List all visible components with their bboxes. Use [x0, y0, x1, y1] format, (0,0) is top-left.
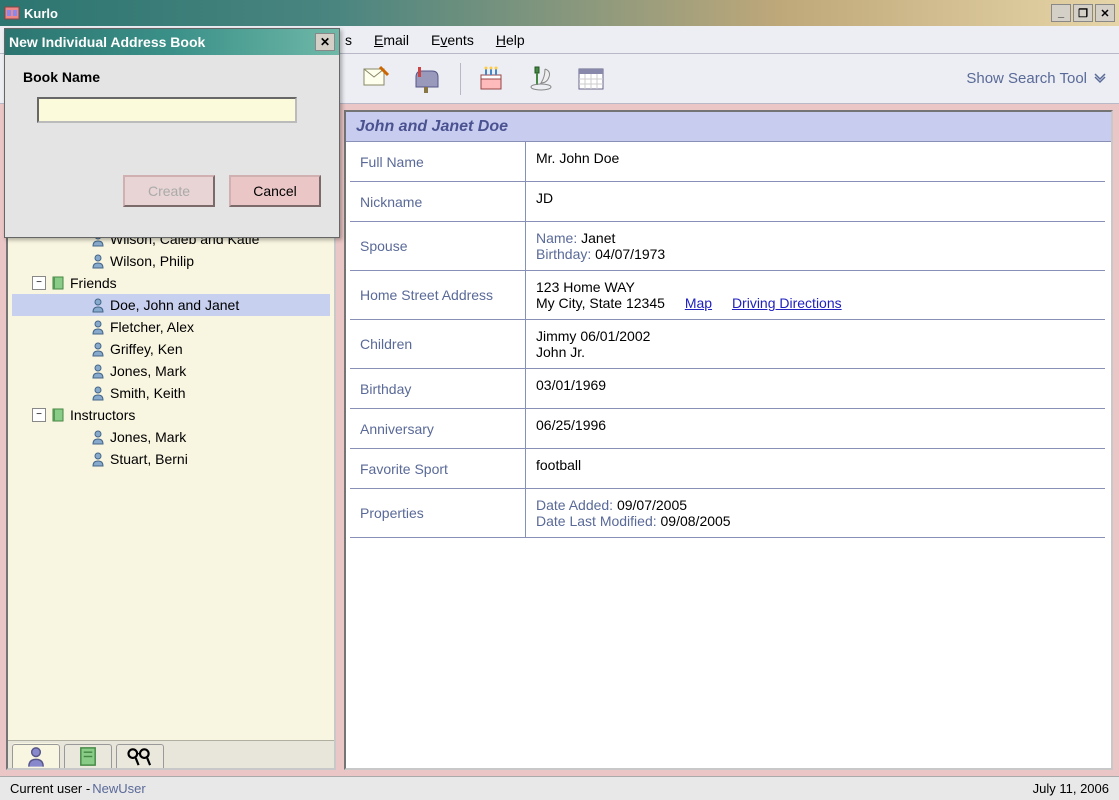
status-user-label: Current user -: [10, 781, 90, 796]
dialog-title: New Individual Address Book: [9, 34, 315, 50]
menu-item-help[interactable]: Help: [496, 32, 525, 48]
window-title: Kurlo: [24, 6, 1049, 21]
label-nickname: Nickname: [350, 182, 526, 221]
value-nickname: JD: [526, 182, 1105, 221]
label-anniversary: Anniversary: [350, 409, 526, 448]
tree-book-item[interactable]: − Friends: [12, 272, 330, 294]
value-properties: Date Added: 09/07/2005 Date Last Modifie…: [526, 489, 1105, 537]
tree-contact-item[interactable]: Wilson, Philip: [12, 250, 330, 272]
collapse-icon[interactable]: −: [32, 408, 46, 422]
statusbar: Current user - NewUser July 11, 2006: [0, 776, 1119, 800]
person-icon: [90, 363, 106, 379]
tree-contact-item[interactable]: Fletcher, Alex: [12, 316, 330, 338]
dialog-titlebar: New Individual Address Book ✕: [5, 29, 339, 55]
value-spouse: Name: Janet Birthday: 04/07/1973: [526, 222, 1105, 270]
new-address-book-dialog: New Individual Address Book ✕ Book Name …: [4, 28, 340, 238]
tree-contact-item[interactable]: Griffey, Ken: [12, 338, 330, 360]
value-anniversary: 06/25/1996: [526, 409, 1105, 448]
tab-books[interactable]: [64, 744, 112, 768]
mailbox-icon[interactable]: [410, 63, 442, 95]
detail-header: John and Janet Doe: [346, 112, 1111, 142]
label-children: Children: [350, 320, 526, 368]
person-icon: [90, 451, 106, 467]
label-favorite-sport: Favorite Sport: [350, 449, 526, 488]
tree-item-label: Wilson, Philip: [110, 253, 194, 269]
tree-item-label: Jones, Mark: [110, 429, 186, 445]
close-button[interactable]: ✕: [1095, 4, 1115, 22]
status-user-name: NewUser: [92, 781, 145, 796]
calendar-icon[interactable]: [575, 63, 607, 95]
driving-directions-link[interactable]: Driving Directions: [732, 295, 842, 311]
person-icon: [90, 429, 106, 445]
window-titlebar: Kurlo _ ❐ ✕: [0, 0, 1119, 26]
label-full-name: Full Name: [350, 142, 526, 181]
tree-item-label: Friends: [70, 275, 117, 291]
create-button[interactable]: Create: [123, 175, 215, 207]
tab-contacts[interactable]: [12, 744, 60, 768]
label-address: Home Street Address: [350, 271, 526, 319]
book-name-label: Book Name: [23, 69, 321, 85]
tree-item-label: Fletcher, Alex: [110, 319, 194, 335]
sidebar-tabs: [8, 740, 334, 768]
compose-icon[interactable]: [360, 63, 392, 95]
maximize-button[interactable]: ❐: [1073, 4, 1093, 22]
search-tool-label: Show Search Tool: [966, 70, 1087, 87]
menu-item-email[interactable]: Email: [374, 32, 409, 48]
value-children: Jimmy 06/01/2002 John Jr.: [526, 320, 1105, 368]
tree-item-label: Jones, Mark: [110, 363, 186, 379]
person-icon: [90, 341, 106, 357]
book-name-input[interactable]: [37, 97, 297, 123]
tree-contact-item[interactable]: Jones, Mark: [12, 360, 330, 382]
person-icon: [90, 297, 106, 313]
tree-contact-item[interactable]: Smith, Keith: [12, 382, 330, 404]
person-icon: [90, 385, 106, 401]
book-icon: [50, 275, 66, 291]
show-search-tool-button[interactable]: Show Search Tool: [966, 70, 1107, 88]
collapse-icon[interactable]: −: [32, 276, 46, 290]
anniversary-icon[interactable]: [525, 63, 557, 95]
chevron-down-icon: [1093, 70, 1107, 88]
cancel-button[interactable]: Cancel: [229, 175, 321, 207]
tree-item-label: Stuart, Berni: [110, 451, 188, 467]
birthday-cake-icon[interactable]: [475, 63, 507, 95]
tab-search[interactable]: [116, 744, 164, 768]
toolbar-divider: [460, 63, 461, 95]
tree-book-item[interactable]: − Instructors: [12, 404, 330, 426]
detail-panel: John and Janet Doe Full Name Mr. John Do…: [344, 110, 1113, 770]
label-birthday: Birthday: [350, 369, 526, 408]
value-full-name: Mr. John Doe: [526, 142, 1105, 181]
menu-item-events[interactable]: Events: [431, 32, 474, 48]
map-link[interactable]: Map: [685, 295, 712, 311]
value-address: 123 Home WAY My City, State 12345 Map Dr…: [526, 271, 1105, 319]
tree-item-label: Smith, Keith: [110, 385, 185, 401]
tree-contact-item[interactable]: Doe, John and Janet: [12, 294, 330, 316]
tree-item-label: Instructors: [70, 407, 135, 423]
value-birthday: 03/01/1969: [526, 369, 1105, 408]
value-favorite-sport: football: [526, 449, 1105, 488]
menu-item-partial[interactable]: s: [345, 32, 352, 48]
status-date: July 11, 2006: [1033, 781, 1109, 796]
label-properties: Properties: [350, 489, 526, 537]
minimize-button[interactable]: _: [1051, 4, 1071, 22]
dialog-close-button[interactable]: ✕: [315, 33, 335, 51]
person-icon: [90, 319, 106, 335]
book-icon: [50, 407, 66, 423]
tree-contact-item[interactable]: Stuart, Berni: [12, 448, 330, 470]
tree-contact-item[interactable]: Jones, Mark: [12, 426, 330, 448]
tree-item-label: Doe, John and Janet: [110, 297, 239, 313]
label-spouse: Spouse: [350, 222, 526, 270]
app-icon: [4, 5, 20, 21]
person-icon: [90, 253, 106, 269]
tree-item-label: Griffey, Ken: [110, 341, 183, 357]
